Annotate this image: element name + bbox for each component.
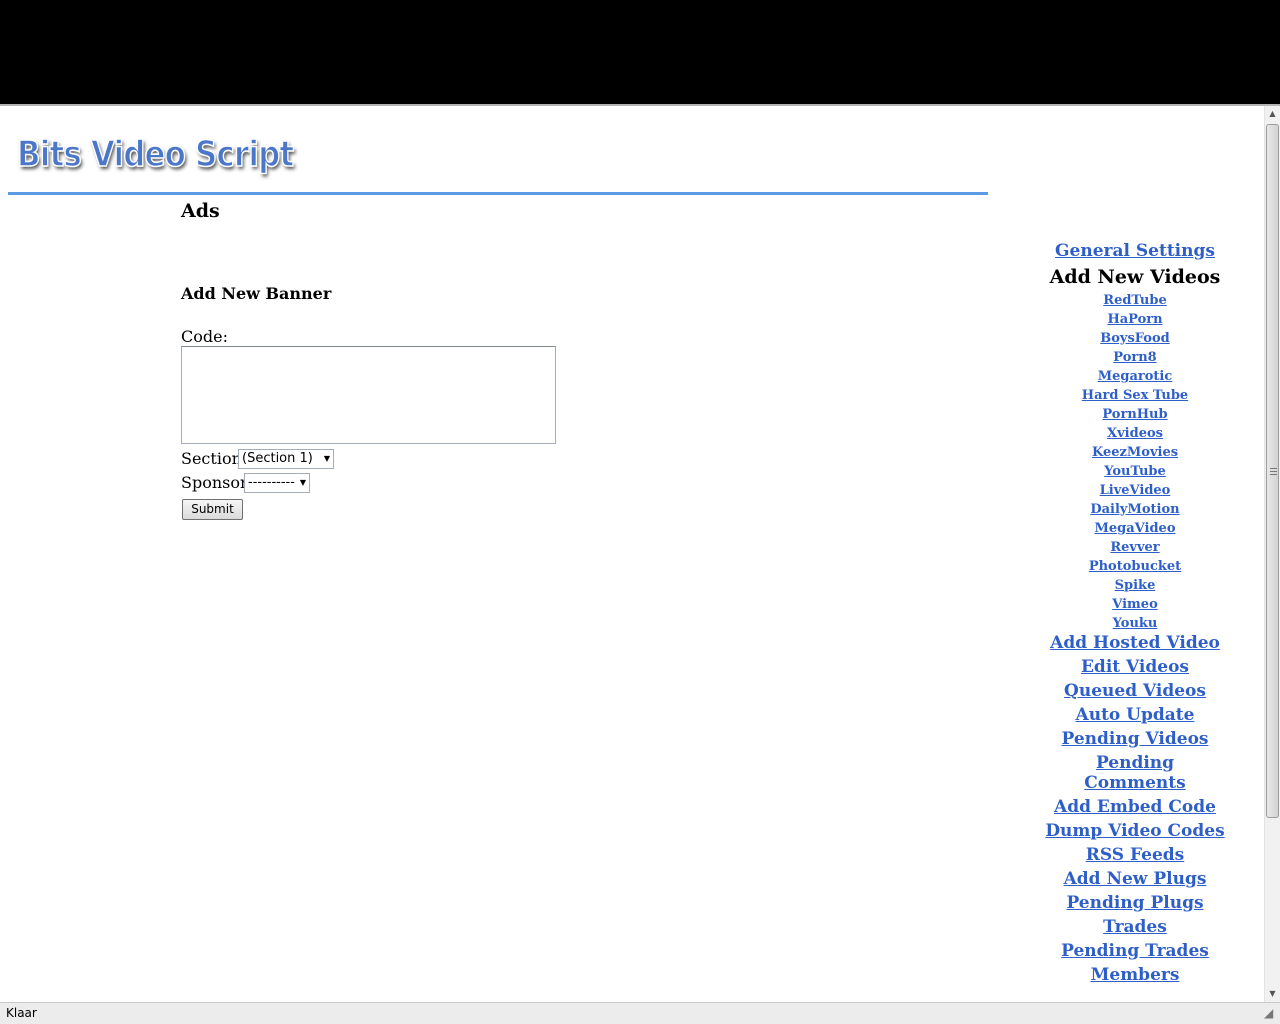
sponsor-select-value: ---------- — [248, 475, 295, 490]
resize-grip-icon[interactable]: ◢ — [1264, 1006, 1278, 1020]
code-label: Code: — [181, 327, 228, 346]
nav-source-hard-sex-tube[interactable]: Hard Sex Tube — [1040, 386, 1230, 405]
nav-queued-videos[interactable]: Queued Videos — [1040, 681, 1230, 701]
nav-source-vimeo[interactable]: Vimeo — [1040, 595, 1230, 614]
nav-source-xvideos[interactable]: Xvideos — [1040, 424, 1230, 443]
sponsor-label: Sponsor: — [181, 473, 254, 492]
section-select[interactable]: (Section 1) ▼ — [238, 449, 334, 469]
sponsor-select[interactable]: ---------- ▼ — [244, 473, 310, 493]
section-select-value: (Section 1) — [242, 451, 313, 466]
page-viewport: Bits Video Script Ads Add New Banner Cod… — [0, 106, 1264, 1002]
browser-top-area — [0, 0, 1280, 104]
nav-pending-videos[interactable]: Pending Videos — [1040, 729, 1230, 749]
scroll-down-icon[interactable]: ▼ — [1265, 986, 1280, 1002]
nav-edit-videos[interactable]: Edit Videos — [1040, 657, 1230, 677]
section-title: Add New Banner — [181, 284, 332, 303]
nav-add-new-plugs[interactable]: Add New Plugs — [1040, 869, 1230, 889]
nav-source-megarotic[interactable]: Megarotic — [1040, 367, 1230, 386]
nav-source-megavideo[interactable]: MegaVideo — [1040, 519, 1230, 538]
nav-add-embed-code[interactable]: Add Embed Code — [1040, 797, 1230, 817]
nav-source-dailymotion[interactable]: DailyMotion — [1040, 500, 1230, 519]
nav-source-pornhub[interactable]: PornHub — [1040, 405, 1230, 424]
nav-members[interactable]: Members — [1040, 965, 1230, 985]
vertical-scrollbar[interactable]: ▲ ▼ — [1264, 106, 1280, 1002]
header-rule — [8, 192, 988, 195]
nav-source-photobucket[interactable]: Photobucket — [1040, 557, 1230, 576]
grip-icon — [1270, 468, 1277, 475]
nav-source-redtube[interactable]: RedTube — [1040, 291, 1230, 310]
nav-rss-feeds[interactable]: RSS Feeds — [1040, 845, 1230, 865]
scroll-thumb[interactable] — [1266, 124, 1279, 818]
page-title: Ads — [181, 200, 220, 222]
submit-button[interactable]: Submit — [182, 499, 243, 520]
nav-source-youtube[interactable]: YouTube — [1040, 462, 1230, 481]
status-text: Klaar — [6, 1006, 37, 1020]
nav-dump-video-codes[interactable]: Dump Video Codes — [1040, 821, 1230, 841]
nav-source-porn8[interactable]: Porn8 — [1040, 348, 1230, 367]
status-bar: Klaar ◢ — [0, 1002, 1280, 1024]
chevron-down-icon: ▼ — [323, 454, 330, 463]
nav-pending-plugs[interactable]: Pending Plugs — [1040, 893, 1230, 913]
nav-source-youku[interactable]: Youku — [1040, 614, 1230, 633]
nav-source-haporn[interactable]: HaPorn — [1040, 310, 1230, 329]
nav-source-keezmovies[interactable]: KeezMovies — [1040, 443, 1230, 462]
nav-heading-add-new-videos: Add New Videos — [1049, 266, 1221, 288]
site-logo[interactable]: Bits Video Script — [16, 133, 295, 176]
scroll-up-icon[interactable]: ▲ — [1265, 106, 1280, 122]
nav-source-revver[interactable]: Revver — [1040, 538, 1230, 557]
nav-trades[interactable]: Trades — [1040, 917, 1230, 937]
admin-nav: General Settings Add New Videos RedTube … — [1040, 241, 1230, 989]
code-textarea[interactable] — [181, 346, 556, 444]
nav-pending-trades[interactable]: Pending Trades — [1040, 941, 1230, 961]
nav-general-settings[interactable]: General Settings — [1040, 241, 1230, 261]
nav-source-livevideo[interactable]: LiveVideo — [1040, 481, 1230, 500]
nav-pending-comments[interactable]: Pending Comments — [1080, 753, 1190, 793]
nav-add-hosted-video[interactable]: Add Hosted Video — [1040, 633, 1230, 653]
nav-auto-update[interactable]: Auto Update — [1040, 705, 1230, 725]
nav-source-spike[interactable]: Spike — [1040, 576, 1230, 595]
chevron-down-icon: ▼ — [299, 478, 306, 487]
nav-source-boysfood[interactable]: BoysFood — [1040, 329, 1230, 348]
